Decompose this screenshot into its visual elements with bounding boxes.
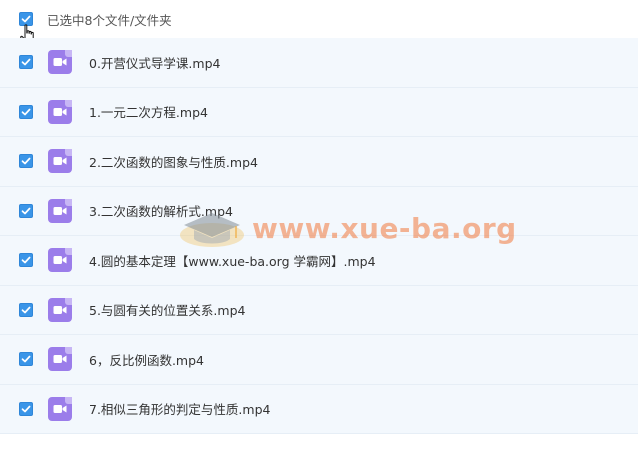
file-name[interactable]: 7.相似三角形的判定与性质.mp4 xyxy=(89,399,270,418)
video-file-icon xyxy=(48,99,72,124)
file-row[interactable]: 7.相似三角形的判定与性质.mp4 xyxy=(0,384,638,434)
file-name[interactable]: 2.二次函数的图象与性质.mp4 xyxy=(89,152,258,171)
video-file-icon xyxy=(48,149,72,174)
file-row[interactable]: 4.圆的基本定理【www.xue-ba.org 学霸网】.mp4 xyxy=(0,236,638,286)
file-name[interactable]: 3.二次函数的解析式.mp4 xyxy=(89,201,233,220)
file-checkbox[interactable] xyxy=(19,401,33,416)
file-list: 0.开营仪式导学课.mp4 1.一元二次方程.mp4 2.二次函数的图象与性质.mp… xyxy=(0,38,638,434)
file-name[interactable]: 5.与圆有关的位置关系.mp4 xyxy=(89,300,245,319)
file-row[interactable]: 5.与圆有关的位置关系.mp4 xyxy=(0,285,638,335)
file-name[interactable]: 1.一元二次方程.mp4 xyxy=(89,102,208,121)
file-checkbox[interactable] xyxy=(19,55,33,70)
video-file-icon xyxy=(48,297,72,322)
selection-count-label: 已选中8个文件/文件夹 xyxy=(47,12,172,28)
file-checkbox[interactable] xyxy=(19,154,33,169)
video-file-icon xyxy=(48,50,72,75)
video-file-icon xyxy=(48,248,72,273)
file-row[interactable]: 1.一元二次方程.mp4 xyxy=(0,87,638,137)
file-checkbox[interactable] xyxy=(19,302,33,317)
file-row[interactable]: 6，反比例函数.mp4 xyxy=(0,335,638,385)
file-checkbox[interactable] xyxy=(19,253,33,268)
file-name[interactable]: 0.开营仪式导学课.mp4 xyxy=(89,53,220,72)
video-file-icon xyxy=(48,347,72,372)
file-checkbox[interactable] xyxy=(19,104,33,119)
selection-header: 已选中8个文件/文件夹 xyxy=(0,0,638,38)
file-checkbox[interactable] xyxy=(19,203,33,218)
file-name[interactable]: 6，反比例函数.mp4 xyxy=(89,350,204,369)
file-row[interactable]: 3.二次函数的解析式.mp4 xyxy=(0,186,638,236)
file-row[interactable]: 0.开营仪式导学课.mp4 xyxy=(0,38,638,88)
file-checkbox[interactable] xyxy=(19,352,33,367)
file-row[interactable]: 2.二次函数的图象与性质.mp4 xyxy=(0,137,638,187)
video-file-icon xyxy=(48,198,72,223)
file-name[interactable]: 4.圆的基本定理【www.xue-ba.org 学霸网】.mp4 xyxy=(89,251,376,270)
video-file-icon xyxy=(48,396,72,421)
